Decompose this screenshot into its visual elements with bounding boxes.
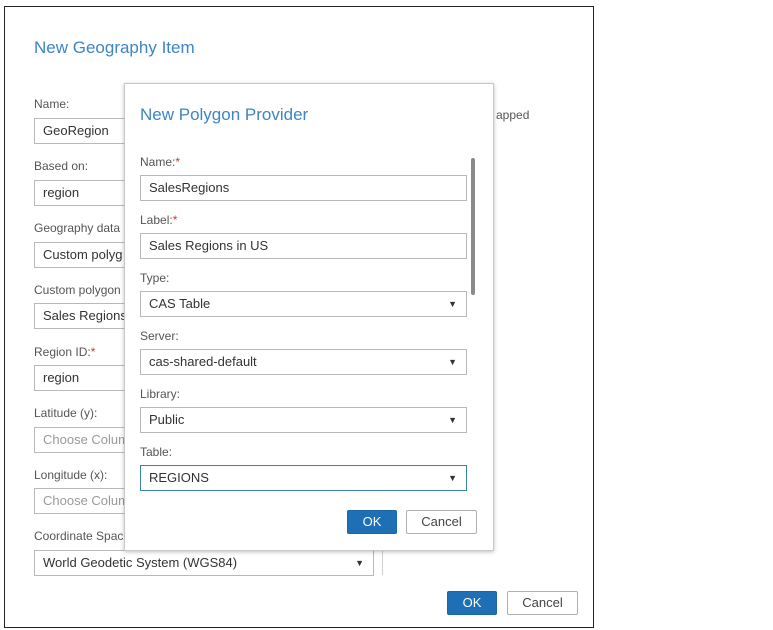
cancel-button[interactable]: Cancel	[507, 591, 578, 615]
type-select[interactable]: CAS Table ▼	[140, 291, 467, 317]
geography-data-label: Geography data	[34, 221, 121, 235]
based-on-select[interactable]: region	[34, 180, 134, 206]
polygon-name-field[interactable]: SalesRegions	[140, 175, 467, 201]
polygon-ok-button[interactable]: OK	[347, 510, 397, 534]
required-marker: *	[172, 213, 178, 227]
polygon-name-label: Name:*	[140, 155, 181, 169]
coordinate-space-select[interactable]: World Geodetic System (WGS84) ▼	[34, 550, 374, 576]
table-select[interactable]: REGIONS ▼	[140, 465, 467, 491]
longitude-select[interactable]: Choose Colum	[34, 488, 134, 514]
coordinate-space-label: Coordinate Spac	[34, 529, 124, 543]
server-select[interactable]: cas-shared-default ▼	[140, 349, 467, 375]
caret-down-icon: ▼	[448, 299, 457, 309]
caret-down-icon: ▼	[448, 473, 457, 483]
polygon-label-label: Label:*	[140, 213, 178, 227]
latitude-label: Latitude (y):	[34, 406, 98, 420]
based-on-label: Based on:	[34, 159, 89, 173]
longitude-label: Longitude (x):	[34, 468, 108, 482]
polygon-dialog-title: New Polygon Provider	[140, 105, 309, 124]
region-id-label: Region ID:*	[34, 345, 96, 359]
required-marker: *	[90, 345, 96, 359]
coordinate-space-value: World Geodetic System (WGS84)	[43, 555, 238, 570]
custom-polygon-select[interactable]: Sales Regions	[34, 303, 134, 329]
type-label: Type:	[140, 271, 170, 285]
library-select[interactable]: Public ▼	[140, 407, 467, 433]
caret-down-icon: ▼	[448, 415, 457, 425]
name-field[interactable]: GeoRegion	[34, 118, 134, 144]
mapped-text: apped	[496, 108, 530, 122]
table-value: REGIONS	[149, 470, 209, 485]
polygon-label-field[interactable]: Sales Regions in US	[140, 233, 467, 259]
caret-down-icon: ▼	[355, 558, 364, 568]
scrollbar[interactable]	[471, 158, 475, 295]
server-value: cas-shared-default	[149, 354, 257, 369]
dialog-title: New Geography Item	[34, 38, 195, 57]
table-label: Table:	[140, 445, 173, 459]
required-marker: *	[175, 155, 181, 169]
latitude-select[interactable]: Choose Colum	[34, 427, 134, 453]
geography-data-select[interactable]: Custom polyg	[34, 242, 134, 268]
region-id-select[interactable]: region	[34, 365, 134, 391]
polygon-cancel-button[interactable]: Cancel	[406, 510, 477, 534]
library-value: Public	[149, 412, 185, 427]
ok-button[interactable]: OK	[447, 591, 497, 615]
name-label: Name:	[34, 97, 70, 111]
caret-down-icon: ▼	[448, 357, 457, 367]
library-label: Library:	[140, 387, 181, 401]
custom-polygon-label: Custom polygon	[34, 283, 121, 297]
server-label: Server:	[140, 329, 179, 343]
type-value: CAS Table	[149, 296, 211, 311]
